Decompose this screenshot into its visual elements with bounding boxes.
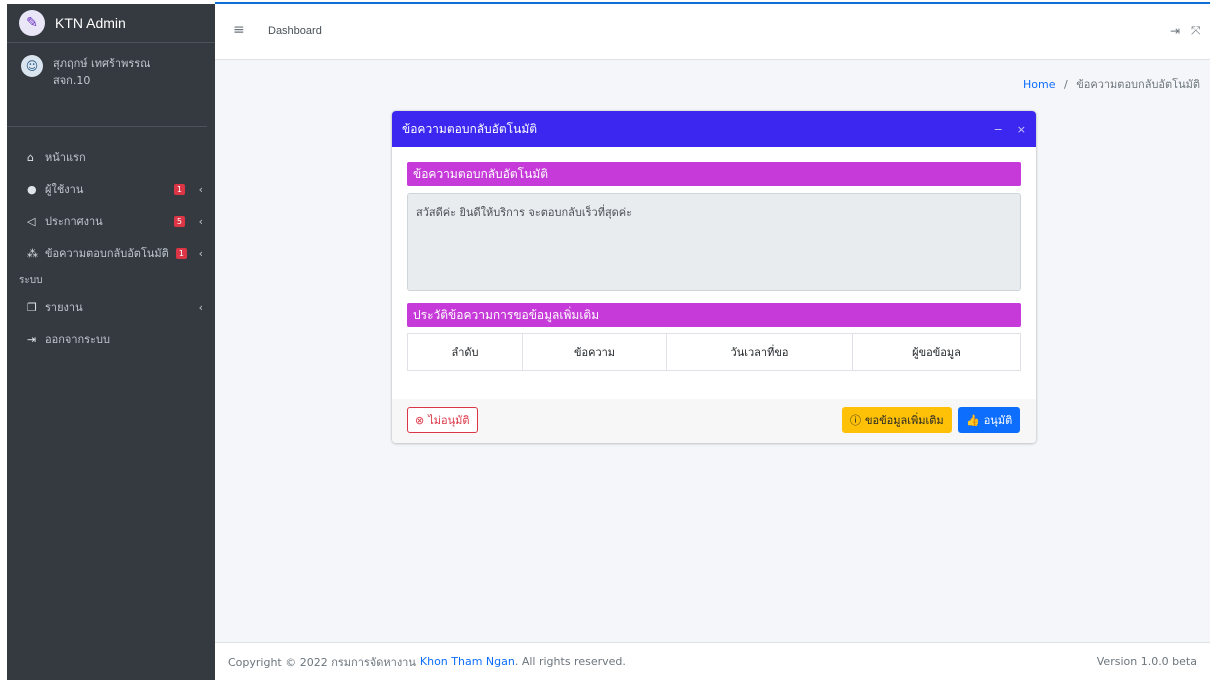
brand-link[interactable]: ✎ KTN Admin <box>7 4 215 43</box>
reject-button-label: ไม่อนุมัติ <box>428 414 470 427</box>
sidebar-nav: ⌂ หน้าแรก ● ผู้ใช้งาน 1 ‹ ◁ ประกาศงาน 5 … <box>7 141 215 355</box>
org-link[interactable]: Khon Tham Ngan <box>420 655 515 668</box>
left-gutter <box>0 0 7 680</box>
sidebar-item-announcements[interactable]: ◁ ประกาศงาน 5 ‹ <box>7 205 215 237</box>
chevron-left-icon: ‹ <box>198 214 203 228</box>
user-circle-icon: ● <box>27 182 37 196</box>
sidebar-item-users[interactable]: ● ผู้ใช้งาน 1 ‹ <box>7 173 215 205</box>
reject-button[interactable]: ⊗ ไม่อนุมัติ <box>407 407 478 433</box>
table-header-row: ลำดับ ข้อความ วันเวลาที่ขอ ผู้ขอข้อมูล <box>407 333 1021 371</box>
sidebar-item-label: หน้าแรก <box>45 151 86 164</box>
chevron-left-icon: ‹ <box>198 300 203 314</box>
sidebar-item-logout[interactable]: ⇥ ออกจากระบบ <box>7 323 215 355</box>
column-header: ข้อความ <box>522 333 667 371</box>
info-circle-icon: ⓘ <box>850 414 861 427</box>
column-header: ผู้ขอข้อมูล <box>852 333 1021 371</box>
card-header: ข้อความตอบกลับอัตโนมัติ − × <box>392 111 1036 147</box>
breadcrumb-current: ข้อความตอบกลับอัตโนมัติ <box>1076 78 1200 91</box>
rights-text: . All rights reserved. <box>514 655 626 668</box>
auto-reply-message-field[interactable]: สวัสดีค่ะ ยินดีให้บริการ จะตอบกลับเร็วที… <box>407 193 1021 291</box>
column-header: ลำดับ <box>407 333 523 371</box>
sidebar-item-home[interactable]: ⌂ หน้าแรก <box>7 141 215 173</box>
collapse-icon[interactable]: − <box>994 123 1003 136</box>
sidebar-item-label: รายงาน <box>45 301 83 314</box>
chevron-left-icon: ‹ <box>198 182 203 196</box>
sidebar-item-label: ประกาศงาน <box>45 215 103 228</box>
user-name[interactable]: สุภฤกษ์ เทศร้าพรรณ <box>53 55 150 72</box>
notification-badge: 5 <box>173 215 185 227</box>
chevron-left-icon: ‹ <box>198 246 203 260</box>
notification-badge: 1 <box>175 247 187 259</box>
breadcrumb: Home / ข้อความตอบกลับอัตโนมัติ <box>1023 75 1200 93</box>
breadcrumb-separator: / <box>1064 78 1068 91</box>
top-navbar: ≡ Dashboard ⇥ ⤧ <box>215 4 1210 60</box>
nav-link-dashboard[interactable]: Dashboard <box>268 25 322 37</box>
sidebar-item-label: ข้อความตอบกลับอัตโนมัติ <box>45 247 169 260</box>
nav-section-header: ระบบ <box>19 274 43 286</box>
bullhorn-icon: ◁ <box>27 214 36 228</box>
sidebar: ✎ KTN Admin ☺ สุภฤกษ์ เทศร้าพรรณ สจก.10 … <box>7 4 215 680</box>
request-more-info-label: ขอข้อมูลเพิ่มเติม <box>865 414 944 427</box>
clone-icon: ❐ <box>27 300 37 314</box>
sidebar-item-reports[interactable]: ❐ รายงาน ‹ <box>7 291 215 323</box>
home-icon: ⌂ <box>27 150 34 164</box>
page-footer: Copyright © 2022 กรมการจัดหางาน Khon Tha… <box>215 642 1210 680</box>
thumbs-up-icon: 👍 <box>966 413 980 427</box>
user-role: สจก.10 <box>53 74 91 87</box>
version-text: Version 1.0.0 beta <box>1096 655 1197 668</box>
brand-name: KTN Admin <box>55 15 126 31</box>
history-table: ลำดับ ข้อความ วันเวลาที่ขอ ผู้ขอข้อมูล <box>407 333 1021 371</box>
card-footer: ⊗ ไม่อนุมัติ ⓘ ขอข้อมูลเพิ่มเติม 👍 อนุมั… <box>392 399 1036 443</box>
bars-icon[interactable]: ≡ <box>233 22 245 38</box>
users-icon: ⁂ <box>27 246 38 260</box>
sidebar-item-label: ออกจากระบบ <box>45 333 110 346</box>
sidebar-item-label: ผู้ใช้งาน <box>45 183 84 196</box>
card-title: ข้อความตอบกลับอัตโนมัติ <box>402 121 538 136</box>
user-avatar-icon: ☺ <box>21 55 43 77</box>
breadcrumb-home-link[interactable]: Home <box>1023 78 1055 91</box>
column-header: วันเวลาที่ขอ <box>666 333 853 371</box>
sign-out-icon[interactable]: ⇥ <box>1170 24 1180 38</box>
sign-out-icon: ⇥ <box>27 332 37 346</box>
department-logo-icon: ✎ <box>19 10 45 36</box>
approve-button-label: อนุมัติ <box>983 414 1013 427</box>
section-title-history: ประวัติข้อความการขอข้อมูลเพิ่มเติม <box>407 303 1021 327</box>
user-panel[interactable]: ☺ สุภฤกษ์ เทศร้าพรรณ สจก.10 <box>7 43 207 127</box>
auto-reply-card: ข้อความตอบกลับอัตโนมัติ − × ข้อความตอบกล… <box>392 111 1036 443</box>
section-title-auto-reply: ข้อความตอบกลับอัตโนมัติ <box>407 162 1021 186</box>
close-icon[interactable]: × <box>1017 123 1026 136</box>
request-more-info-button[interactable]: ⓘ ขอข้อมูลเพิ่มเติม <box>842 407 952 433</box>
sidebar-item-auto-reply[interactable]: ⁂ ข้อความตอบกลับอัตโนมัติ 1 ‹ <box>7 237 215 269</box>
notification-badge: 1 <box>173 183 185 195</box>
user-info: สุภฤกษ์ เทศร้าพรรณ สจก.10 <box>53 55 150 89</box>
approve-button[interactable]: 👍 อนุมัติ <box>958 407 1021 433</box>
copyright-text: Copyright © 2022 กรมการจัดหางาน <box>228 655 416 669</box>
times-circle-icon: ⊗ <box>415 413 425 427</box>
expand-icon[interactable]: ⤧ <box>1191 24 1201 39</box>
